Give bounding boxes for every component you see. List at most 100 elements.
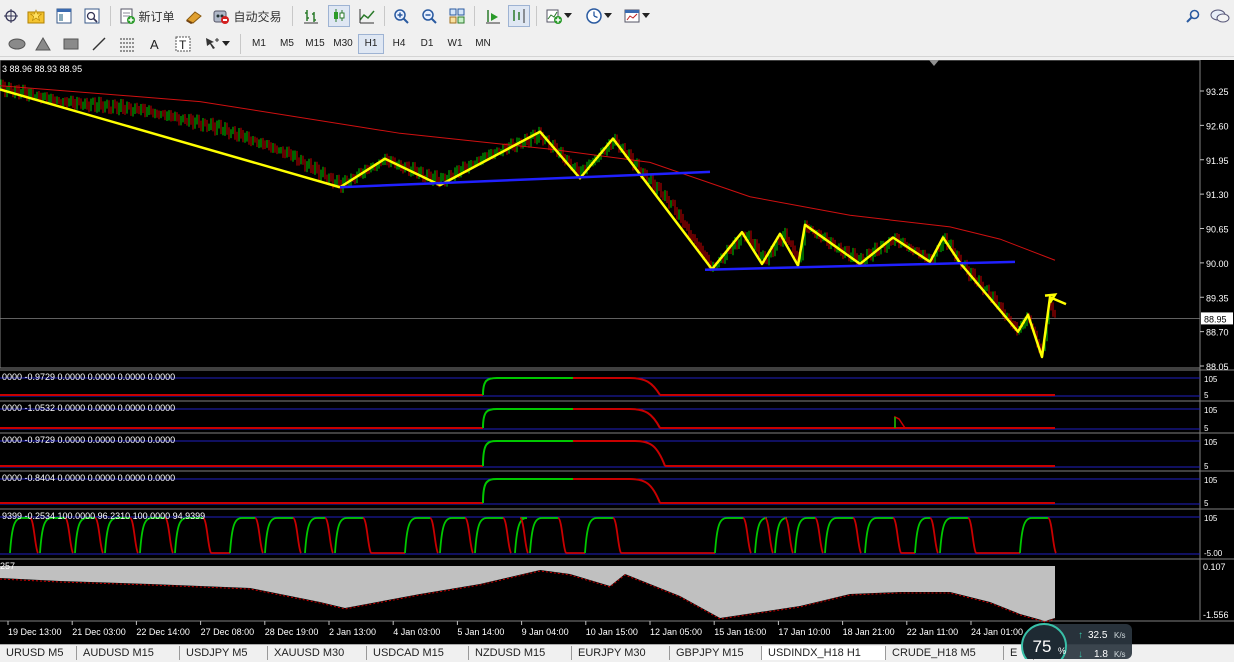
new-order-icon <box>120 8 136 24</box>
oscillator-line <box>742 517 752 554</box>
candlestick-chart-icon[interactable] <box>328 5 350 27</box>
timeframe-w1[interactable]: W1 <box>442 34 468 54</box>
chart-tab[interactable]: NZDUSD M15 <box>469 646 572 660</box>
templates-dropdown-button[interactable] <box>620 5 654 27</box>
price-tick-label: 92.60 <box>1206 121 1229 131</box>
timeframe-mn[interactable]: MN <box>470 34 496 54</box>
drawing-toolbar: A T M1 M5 M15 M30 H1 H4 D1 W1 MN <box>0 32 1234 57</box>
oscillator-line <box>714 517 728 554</box>
timeframe-h4[interactable]: H4 <box>386 34 412 54</box>
oscillator-line <box>824 517 838 554</box>
chart-tab[interactable]: GBPJPY M15 <box>670 646 762 660</box>
chart-tab[interactable]: AUDUSD M15 <box>77 646 180 660</box>
oscillator-line <box>814 517 824 554</box>
zoom-in-icon[interactable] <box>390 5 412 27</box>
chart-shift-icon[interactable] <box>508 5 530 27</box>
time-tick-label: 2 Jan 13:00 <box>329 627 376 637</box>
oscillator-line <box>174 517 188 554</box>
price-chart[interactable]: 93.25 92.60 91.95 91.30 90.65 90.00 89.35 88.70… <box>0 60 1234 644</box>
oscillator-line <box>429 517 439 554</box>
timeframe-m1[interactable]: M1 <box>246 34 272 54</box>
navigator-window-icon[interactable] <box>54 5 74 27</box>
price-tick-label: 90.00 <box>1206 259 1229 269</box>
chart-tab[interactable]: CRUDE_H18 M5 <box>886 646 1004 660</box>
ellipse-tool-icon[interactable] <box>6 34 28 54</box>
upload-arrow-icon: ↑ <box>1078 630 1083 641</box>
crosshair-icon[interactable] <box>2 5 20 27</box>
chart-tab[interactable]: USDCAD M15 <box>367 646 469 660</box>
fibonacci-tool-icon[interactable] <box>116 34 138 54</box>
text-label-tool-icon[interactable]: T <box>172 34 194 54</box>
chart-tab-active[interactable]: USDINDX_H18 H1 <box>762 646 886 660</box>
oscillator-line <box>794 517 808 554</box>
oscillator-line <box>519 517 529 554</box>
oscillator-line <box>104 517 118 554</box>
chart-tab[interactable]: URUSD M5 <box>0 646 77 660</box>
chat-icon[interactable] <box>1208 5 1232 27</box>
oscillator-line <box>784 517 794 554</box>
chart-window[interactable]: 93.25 92.60 91.95 91.30 90.65 90.00 89.35 88.70… <box>0 60 1234 644</box>
bar-chart-icon[interactable] <box>300 5 322 27</box>
download-arrow-icon: ↓ <box>1078 649 1083 659</box>
favorites-folder-icon[interactable] <box>26 5 46 27</box>
timeframe-h1[interactable]: H1 <box>358 34 384 54</box>
auto-trading-button[interactable]: 自动交易 <box>210 5 284 27</box>
oscillator-line <box>404 517 418 554</box>
periods-dropdown-button[interactable] <box>582 5 616 27</box>
rectangle-tool-icon[interactable] <box>60 34 82 54</box>
chart-shift-marker <box>929 60 939 66</box>
metaeditor-icon[interactable] <box>184 5 204 27</box>
oscillator-line <box>612 517 622 554</box>
price-tick-label: 88.70 <box>1206 328 1229 338</box>
oscillator-line <box>254 517 264 554</box>
indicator-readout: 0000 -0.9729 0.0000 0.0000 0.0000 0.0000 <box>2 435 175 445</box>
network-percent: 75 <box>1033 637 1052 656</box>
text-tool-icon[interactable]: A <box>144 34 166 54</box>
arrow-tool-icon <box>206 38 219 49</box>
new-order-button[interactable]: 新订单 <box>116 5 178 27</box>
price-tick-label: 88.05 <box>1206 362 1229 372</box>
time-tick-label: 18 Jan 21:00 <box>843 627 895 637</box>
indicator-readout: 0000 -0.9729 0.0000 0.0000 0.0000 0.0000 <box>2 372 175 382</box>
triangle-tool-icon[interactable] <box>32 34 54 54</box>
current-price-label: 88.95 <box>1204 314 1227 324</box>
oscillator-line <box>529 517 543 554</box>
time-tick-label: 24 Jan 01:00 <box>971 627 1023 637</box>
tile-windows-icon[interactable] <box>446 5 468 27</box>
line-chart-icon[interactable] <box>356 5 378 27</box>
trendline-drawing <box>0 88 341 189</box>
indicator-line <box>482 478 498 504</box>
subwindow-scale-label: 5 <box>1204 462 1209 471</box>
indicator-line <box>482 377 498 396</box>
timeframe-m5[interactable]: M5 <box>274 34 300 54</box>
timeframe-m15[interactable]: M15 <box>302 34 328 54</box>
timeframe-m30[interactable]: M30 <box>330 34 356 54</box>
indicator-line <box>482 408 498 429</box>
timeframe-d1[interactable]: D1 <box>414 34 440 54</box>
subwindow-scale-label: 105 <box>1204 375 1218 384</box>
indicator-readout: 0000 -1.0532 0.0000 0.0000 0.0000 0.0000 <box>2 403 175 413</box>
time-tick-label: 5 Jan 14:00 <box>457 627 504 637</box>
chart-tab[interactable]: XAUUSD M30 <box>268 646 367 660</box>
subwindow-scale-label: 105 <box>1204 476 1218 485</box>
indicator-readout: 257 <box>0 561 15 571</box>
chart-tab[interactable]: EURJPY M30 <box>572 646 670 660</box>
subwindow-scale-label: 105 <box>1204 438 1218 447</box>
data-window-icon[interactable] <box>82 5 102 27</box>
trendline-tool-icon[interactable] <box>88 34 110 54</box>
auto-scroll-icon[interactable] <box>482 5 504 27</box>
arrows-dropdown-button[interactable] <box>200 34 234 54</box>
oscillator-line <box>914 517 928 554</box>
zoom-out-icon[interactable] <box>418 5 440 27</box>
oscillator-line <box>852 517 862 554</box>
subwindow-scale-label: -5.00 <box>1204 549 1223 558</box>
oscillator-line <box>864 517 878 554</box>
search-icon[interactable] <box>1184 5 1202 27</box>
indicators-dropdown-button[interactable] <box>542 5 576 27</box>
auto-trading-label: 自动交易 <box>233 9 282 24</box>
price-tick-label: 91.30 <box>1206 190 1229 200</box>
price-tick-label: 91.95 <box>1206 156 1229 166</box>
subwindow-scale-label: 5 <box>1204 391 1209 400</box>
oscillator-line <box>774 517 788 554</box>
chart-tab[interactable]: USDJPY M5 <box>180 646 268 660</box>
